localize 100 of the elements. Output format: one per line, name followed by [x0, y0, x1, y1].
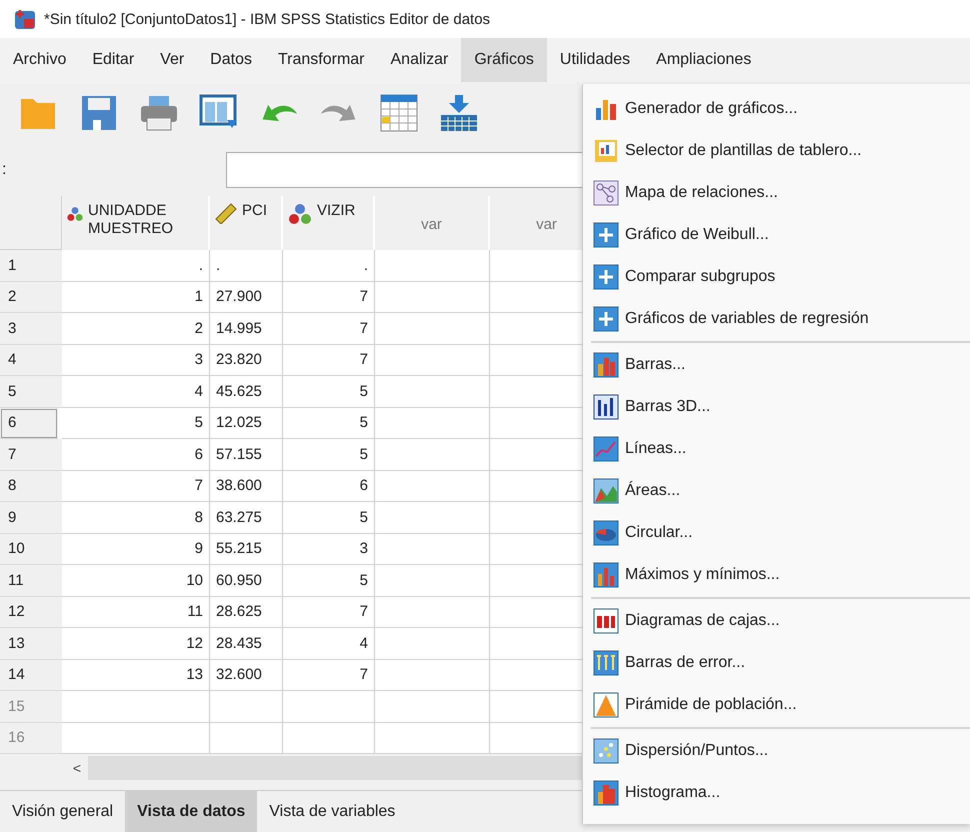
menu-item[interactable]: Circular...: [583, 512, 970, 554]
app-icon: [14, 8, 36, 30]
table-cell: 7: [283, 660, 375, 691]
menu-title[interactable]: Gráficos: [461, 38, 547, 82]
histogram-icon: [593, 780, 619, 806]
table-cell: 63.275: [210, 502, 283, 534]
menu-item[interactable]: Mapa de relaciones...: [583, 172, 970, 214]
row-header[interactable]: 8: [0, 470, 62, 502]
column-label: UNIDADDE MUESTREO: [88, 202, 174, 238]
table-cell: 45.625: [210, 376, 283, 408]
table-cell: 12.025: [210, 408, 283, 439]
row-header[interactable]: 10: [0, 534, 62, 565]
plus-icon: [593, 306, 619, 332]
row-header[interactable]: 3: [0, 313, 62, 344]
plus-icon: [593, 222, 619, 248]
menu-item[interactable]: Gráfico de Weibull...: [583, 214, 970, 256]
menu-item[interactable]: Líneas...: [583, 428, 970, 470]
table-cell: 7: [283, 344, 375, 376]
row-header[interactable]: 13: [0, 628, 62, 660]
table-cell: 28.435: [210, 628, 283, 660]
error-bars-icon: [593, 650, 619, 676]
ruler-icon: [214, 202, 238, 224]
menu-title[interactable]: Utilidades: [546, 38, 644, 82]
table-cell: 7: [283, 282, 375, 313]
table-cell: .: [210, 250, 283, 282]
row-header[interactable]: 4: [0, 344, 62, 376]
table-cell: 38.600: [210, 470, 283, 502]
table-cell: 5: [283, 408, 375, 439]
menu-title[interactable]: Archivo: [0, 38, 80, 82]
menu-title[interactable]: Ver: [147, 38, 198, 82]
menu-item[interactable]: Barras 3D...: [583, 386, 970, 428]
table-cell: 5: [283, 376, 375, 408]
menu-item[interactable]: Gráficos de variables de regresión: [583, 298, 970, 340]
cell-reference: :: [1, 161, 8, 179]
table-cell: .: [62, 250, 210, 282]
table-cell: 13: [62, 660, 210, 691]
table-cell: 7: [283, 596, 375, 628]
table-cell: 23.820: [210, 344, 283, 376]
table-cell: 6: [62, 439, 210, 470]
network-icon: [593, 180, 619, 206]
pie-chart-icon: [593, 520, 619, 546]
row-header[interactable]: 1: [0, 250, 62, 282]
menu-item[interactable]: Dispersión/Puntos...: [583, 730, 970, 772]
menu-item[interactable]: Pirámide de población...: [583, 684, 970, 726]
table-cell: 5: [283, 565, 375, 596]
table-cell: .: [283, 250, 375, 282]
row-header[interactable]: 9: [0, 502, 62, 534]
area-chart-icon: [593, 478, 619, 504]
line-chart-icon: [593, 436, 619, 462]
menu-title[interactable]: Datos: [197, 38, 265, 82]
table-cell: 7: [283, 313, 375, 344]
bar-chart-icon: [593, 562, 619, 588]
row-header[interactable]: 7: [0, 439, 62, 470]
menu-item[interactable]: Histograma...: [583, 772, 970, 814]
menu-item[interactable]: Selector de plantillas de tablero...: [583, 130, 970, 172]
menu-item[interactable]: Barras...: [583, 344, 970, 386]
table-cell: 55.215: [210, 534, 283, 565]
menu-item[interactable]: Comparar subgrupos: [583, 256, 970, 298]
box-plot-icon: [593, 608, 619, 634]
column-label: VIZIR: [317, 202, 356, 220]
table-cell: 6: [283, 470, 375, 502]
row-header[interactable]: 2: [0, 282, 62, 313]
menu-title[interactable]: Analizar: [378, 38, 462, 82]
column-label: PCI: [242, 202, 268, 220]
table-cell: 5: [283, 502, 375, 534]
menu-title[interactable]: Editar: [79, 38, 148, 82]
row-header[interactable]: 6: [0, 408, 58, 439]
table-cell: 57.155: [210, 439, 283, 470]
table-cell: 7: [62, 470, 210, 502]
menu-item[interactable]: Barras de error...: [583, 642, 970, 684]
table-cell: 12: [62, 628, 210, 660]
table-cell: 1: [62, 282, 210, 313]
menu-item[interactable]: Áreas...: [583, 470, 970, 512]
table-cell: 4: [283, 628, 375, 660]
table-cell: 9: [62, 534, 210, 565]
row-header[interactable]: 14: [0, 660, 62, 691]
row-header[interactable]: 5: [0, 376, 62, 408]
menu-item[interactable]: Máximos y mínimos...: [583, 554, 970, 596]
tab[interactable]: Vista de datos: [125, 791, 258, 832]
menu-item[interactable]: Diagramas de cajas...: [583, 600, 970, 642]
table-cell: 5: [62, 408, 210, 439]
table-cell: 14.995: [210, 313, 283, 344]
row-header[interactable]: 12: [0, 596, 62, 628]
menu-title[interactable]: Transformar: [264, 38, 378, 82]
table-cell: 60.950: [210, 565, 283, 596]
plus-icon: [593, 264, 619, 290]
nominal-variable-icon: [287, 202, 313, 226]
table-cell: 11: [62, 596, 210, 628]
menu-title[interactable]: Ampliaciones: [643, 38, 764, 82]
table-cell: 27.900: [210, 282, 283, 313]
dashboard-icon: [593, 138, 619, 164]
scatter-plot-icon: [593, 738, 619, 764]
table-cell: 8: [62, 502, 210, 534]
table-cell: 3: [62, 344, 210, 376]
table-cell: 2: [62, 313, 210, 344]
table-cell: 5: [283, 439, 375, 470]
menu-item[interactable]: Generador de gráficos...: [583, 88, 970, 130]
window-title: *Sin título2 [ConjuntoDatos1] - IBM SPSS Statistics Editor de datos: [44, 10, 490, 28]
row-header[interactable]: 11: [0, 565, 62, 596]
pyramid-icon: [593, 692, 619, 718]
